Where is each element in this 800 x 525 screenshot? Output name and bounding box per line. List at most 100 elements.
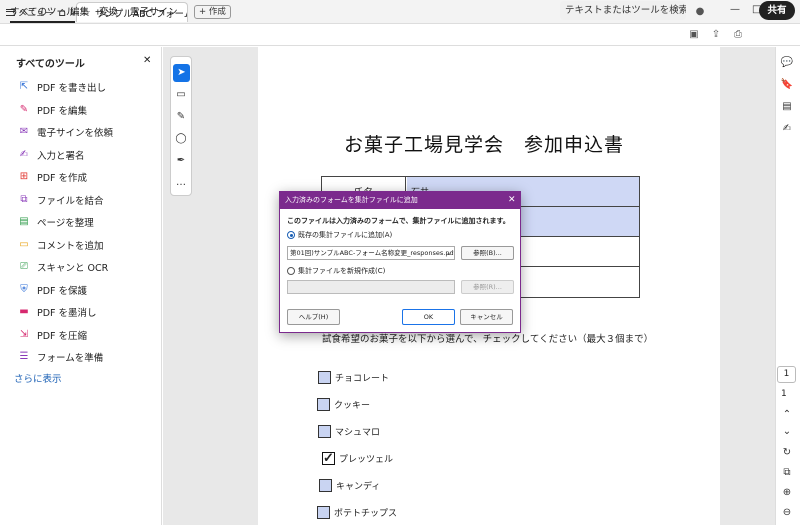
sidebar-item[interactable]: ✎ PDF を編集 <box>18 101 87 119</box>
radio-new-label: 集計ファイルを新規作成(C) <box>298 267 386 275</box>
request-esign-icon: ✉ <box>19 126 29 137</box>
sidebar-item-label: PDF を作成 <box>37 173 88 184</box>
sidebar-item-label: PDF を編集 <box>37 105 88 117</box>
snack-option[interactable]: マシュマロ <box>318 424 380 438</box>
snack-label: マシュマロ <box>335 427 381 438</box>
sidebar-item[interactable]: ⎚ スキャンと OCR <box>18 258 108 276</box>
browse-button[interactable]: 参照(B)... <box>461 246 514 260</box>
sidebar-item[interactable]: ⇱ PDF を書き出し <box>18 78 106 96</box>
checkbox[interactable] <box>318 370 331 384</box>
save-icon[interactable]: ▣ <box>686 27 702 43</box>
more-icon[interactable]: … <box>174 176 188 190</box>
refresh-icon[interactable]: ↻ <box>779 445 795 461</box>
dialog-close-icon[interactable]: ✕ <box>508 192 516 209</box>
new-tab-button[interactable]: + 作成 <box>194 5 231 19</box>
ok-button[interactable]: OK <box>402 309 455 325</box>
sidebar-item-label: ページを整理 <box>37 218 94 229</box>
instruction-text: 試食希望のお菓子を以下から選んで、チェックしてください（最大３個まで） <box>322 334 654 345</box>
snack-option[interactable]: ポテトチップス <box>317 505 397 519</box>
sidebar-item[interactable]: ▤ ページを整理 <box>18 213 94 231</box>
radio-unselected-icon <box>287 267 295 275</box>
sidebar-item[interactable]: ⊞ PDF を作成 <box>18 168 87 186</box>
page-number-input[interactable]: 1 <box>777 366 796 383</box>
snack-option[interactable]: ✓ プレッツェル <box>322 451 393 465</box>
cancel-button[interactable]: キャンセル <box>460 309 513 325</box>
dialog-message: このファイルは入力済みのフォームで、集計ファイルに追加されます。 <box>287 217 510 225</box>
combine-files-icon: ⧉ <box>20 193 28 205</box>
sidebar-item-label: フォームを準備 <box>37 353 104 364</box>
tab-convert[interactable]: 変換 <box>99 4 118 18</box>
organize-pages-icon: ▤ <box>19 216 29 227</box>
pages-icon[interactable]: ▤ <box>779 99 795 115</box>
sidebar-item-label: コメントを追加 <box>37 240 104 252</box>
sidebar-item-label: ファイルを結合 <box>37 195 104 207</box>
radio-existing-label: 既存の集計ファイルに追加(A) <box>298 231 393 239</box>
checkbox[interactable] <box>317 397 330 411</box>
comments-panel-icon[interactable]: 💬 <box>779 55 795 71</box>
minimize-icon[interactable]: — <box>730 4 740 15</box>
copy-icon[interactable]: ⧉ <box>779 465 795 481</box>
comment-icon[interactable]: ▭ <box>174 88 188 102</box>
snack-option[interactable]: キャンディ <box>319 478 380 492</box>
bookmarks-icon[interactable]: 🔖 <box>779 77 795 93</box>
close-icon[interactable]: ✕ <box>143 55 151 66</box>
upload-icon[interactable]: ⇪ <box>708 27 724 43</box>
snack-option[interactable]: クッキー <box>317 397 370 411</box>
dialog-title: 入力済みのフォームを集計ファイルに追加 <box>280 192 520 209</box>
avatar[interactable]: ● <box>692 4 708 20</box>
existing-file-value: 第01回)サンプルABC-フォーム名称変更_responses.pdf <box>290 249 455 257</box>
sidebar-title: すべてのツール <box>16 59 85 70</box>
select-cursor-icon[interactable]: ➤ <box>173 64 190 82</box>
sidebar-item-label: PDF を書き出し <box>37 83 107 94</box>
add-to-responses-dialog: 入力済みのフォームを集計ファイルに追加 ✕ このファイルは入力済みのフォームで、… <box>279 191 521 333</box>
sidebar-item[interactable]: ▭ コメントを追加 <box>18 236 104 254</box>
compress-pdf-icon: ⇲ <box>19 328 29 340</box>
snack-option[interactable]: チョコレート <box>318 370 389 384</box>
radio-new-file[interactable]: 集計ファイルを新規作成(C) <box>287 266 385 276</box>
sidebar-item[interactable]: ⧉ ファイルを結合 <box>18 191 104 209</box>
browse-new-button: 参照(R)... <box>461 280 514 294</box>
radio-existing-file[interactable]: 既存の集計ファイルに追加(A) <box>287 230 392 240</box>
scan-ocr-icon: ⎚ <box>20 261 28 272</box>
snack-label: クッキー <box>334 400 371 411</box>
sidebar-item[interactable]: ✉ 電子サインを依頼 <box>18 123 113 141</box>
zoom-in-icon[interactable]: ⊕ <box>779 485 795 501</box>
redact-pdf-icon: ▬ <box>19 306 29 317</box>
scroll-up-icon[interactable]: ⌃ <box>779 407 795 423</box>
fill-sign-panel-icon[interactable]: ✍ <box>779 121 795 137</box>
snack-label: プレッツェル <box>339 454 394 465</box>
sidebar-item-label: 電子サインを依頼 <box>37 128 114 139</box>
sidebar-item-label: 入力と署名 <box>37 150 85 162</box>
help-button[interactable]: ヘルプ(H) <box>287 309 340 325</box>
edit-pdf-icon: ✎ <box>19 103 29 115</box>
tab-esign[interactable]: 電子サイン <box>130 4 178 18</box>
sign-icon[interactable]: ✒ <box>174 154 188 168</box>
comment-icon: ▭ <box>19 238 29 250</box>
sidebar-item-label: PDF を墨消し <box>37 308 97 319</box>
checkbox[interactable] <box>317 505 330 519</box>
tab-edit[interactable]: 編集 <box>70 4 89 18</box>
show-more-link[interactable]: さらに表示 <box>14 371 62 385</box>
checkbox[interactable] <box>319 478 332 492</box>
protect-pdf-icon: ⛨ <box>20 283 28 295</box>
print-icon[interactable]: ⎙ <box>730 27 746 43</box>
checkbox[interactable] <box>318 424 331 438</box>
share-button[interactable]: 共有 <box>759 1 795 20</box>
document-title: お菓子工場見学会 参加申込書 <box>344 134 625 156</box>
sidebar-item[interactable]: ⇲ PDF を圧縮 <box>18 326 87 344</box>
chevron-down-icon: ⌄ <box>446 249 452 257</box>
sidebar-item[interactable]: ▬ PDF を墨消し <box>18 303 97 321</box>
search-input[interactable]: テキストまたはツールを検索 <box>560 1 686 20</box>
tools-sidebar: すべてのツール ✕ ⇱ PDF を書き出し ✎ PDF を編集 ✉ 電子サインを依頼 ✍ 入力… <box>0 47 162 525</box>
tab-all-tools[interactable]: すべてのツール <box>10 4 76 23</box>
scroll-down-icon[interactable]: ⌄ <box>779 424 795 440</box>
checked-checkbox[interactable]: ✓ <box>322 451 335 465</box>
sidebar-item[interactable]: ⛨ PDF を保護 <box>18 281 87 299</box>
lasso-icon[interactable]: ◯ <box>174 132 188 146</box>
existing-file-select[interactable]: 第01回)サンプルABC-フォーム名称変更_responses.pdf ⌄ <box>287 246 455 260</box>
sidebar-item[interactable]: ☰ フォームを準備 <box>18 348 104 366</box>
pen-icon[interactable]: ✎ <box>174 110 188 124</box>
zoom-out-icon[interactable]: ⊖ <box>779 505 795 521</box>
sidebar-item[interactable]: ✍ 入力と署名 <box>18 146 85 164</box>
toolbar <box>0 24 800 46</box>
